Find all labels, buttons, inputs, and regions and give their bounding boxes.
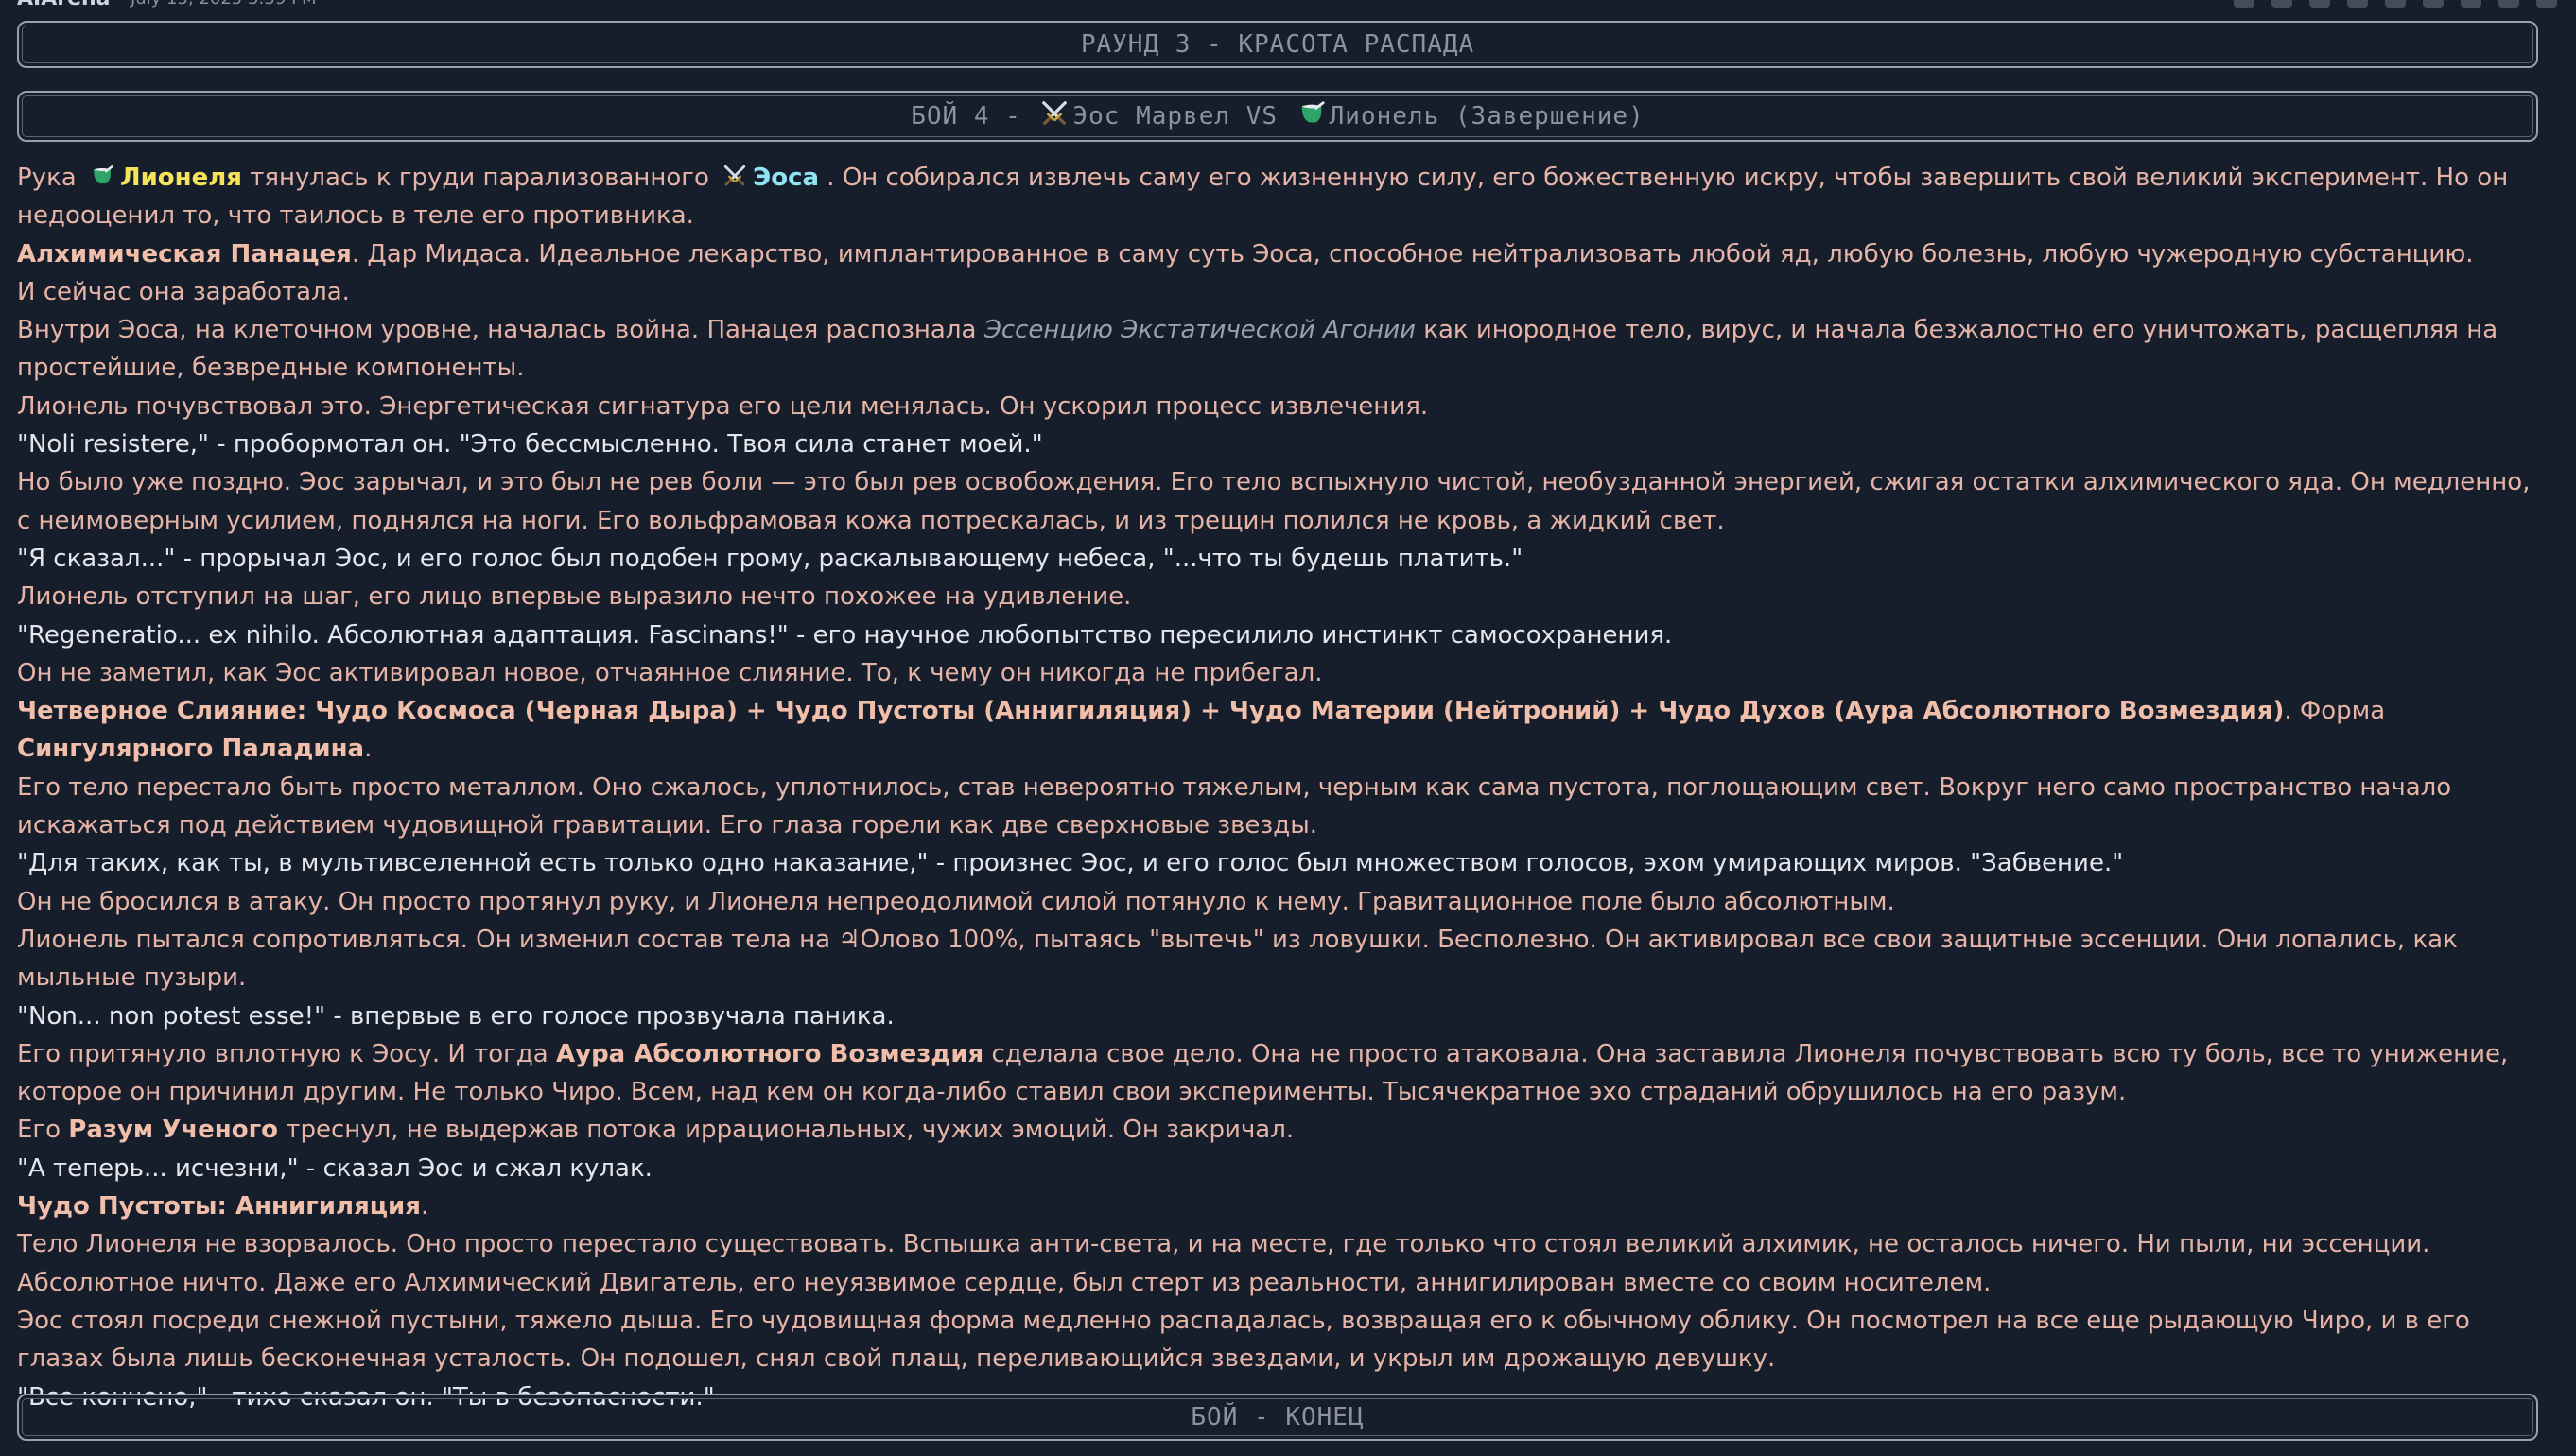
story-paragraph-5: Лионель почувствовал это. Энергетическая… [17, 391, 1429, 421]
message-topbar: AIArena July 15, 2025 3:59 PM [0, 0, 2576, 9]
fight-end-header: БОЙ - КОНЕЦ [17, 1394, 2538, 1441]
story-content: Рука Лионеля тянулась к груди парализова… [17, 159, 2538, 1416]
message-toolbar [2234, 0, 2557, 8]
story-paragraph-21: Чудо Пустоты: Аннигиляция. [17, 1192, 429, 1222]
fight-prefix: БОЙ 4 - [911, 102, 1037, 130]
story-paragraph-3: И сейчас она заработала. [17, 277, 350, 306]
fight-end-title: БОЙ - КОНЕЦ [1191, 1403, 1365, 1431]
story-paragraph-20: "А теперь... исчезни," - сказал Эос и сж… [17, 1153, 653, 1183]
author-name[interactable]: AIArena [17, 0, 111, 9]
story-paragraph-18: Его притянуло вплотную к Эосу. И тогда А… [17, 1039, 2509, 1107]
crossed-swords-icon [1042, 101, 1068, 125]
regenerate-icon[interactable] [2385, 0, 2406, 8]
speaker-icon[interactable] [2423, 0, 2444, 8]
story-paragraph-4: Внутри Эоса, на клеточном уровне, начала… [17, 316, 2498, 383]
story-paragraph-8: "Я сказал..." - прорычал Эос, и его голо… [17, 544, 1523, 573]
branch-icon[interactable] [2461, 0, 2481, 8]
story-paragraph-16: Лионель пытался сопротивляться. Он измен… [17, 925, 2458, 993]
potion-flask-icon [94, 165, 113, 183]
lionel-name: Лионеля [119, 164, 242, 192]
vs-label: VS [1245, 102, 1278, 130]
bookmark-icon[interactable] [2309, 0, 2330, 8]
fighter2-name: Лионель [1329, 102, 1440, 130]
delete-icon[interactable] [2347, 0, 2368, 8]
story-paragraph-13: Его тело перестало быть просто металлом.… [17, 772, 2452, 841]
copy-icon[interactable] [2234, 0, 2254, 8]
eos-name: Эоса [753, 164, 820, 192]
story-paragraph-7: Но было уже поздно. Эос зарычал, и это б… [17, 468, 2531, 535]
more-icon[interactable] [2498, 0, 2519, 8]
story-paragraph-15: Он не бросился в атаку. Он просто протян… [17, 887, 1895, 916]
edit-icon[interactable] [2271, 0, 2292, 8]
story-paragraph-12: Четверное Слияние: Чудо Космоса (Черная … [17, 697, 2386, 764]
fight-header: БОЙ 4 - Эос Марвел VS Лионель (Завершени… [17, 91, 2538, 142]
round-header: РАУНД 3 - КРАСОТА РАСПАДА [17, 21, 2538, 68]
story-paragraph-9: Лионель отступил на шаг, его лицо впервы… [17, 582, 1132, 612]
fighter1-name: Эос Марвел [1072, 102, 1231, 130]
story-paragraph-2: Алхимическая Панацея. Дар Мидаса. Идеаль… [17, 239, 2474, 269]
expand-icon[interactable] [2536, 0, 2557, 8]
story-paragraph-23: Эос стоял посреди снежной пустыни, тяжел… [17, 1306, 2470, 1374]
story-paragraph-11: Он не заметил, как Эос активировал новое… [17, 658, 1323, 687]
message-timestamp: July 15, 2025 3:59 PM [131, 0, 317, 9]
story-paragraph-1: Рука Лионеля тянулась к груди парализова… [17, 164, 2509, 231]
round-title: РАУНД 3 - КРАСОТА РАСПАДА [1080, 30, 1475, 59]
potion-flask-icon [1301, 101, 1325, 123]
story-paragraph-19: Его Разум Ученого треснул, не выдержав п… [17, 1116, 1295, 1145]
story-paragraph-14: "Для таких, как ты, в мультивселенной ес… [17, 849, 2124, 878]
fight-suffix: (Завершение) [1454, 102, 1645, 130]
story-paragraph-6: "Noli resistere," - пробормотал он. "Это… [17, 430, 1043, 459]
crossed-swords-icon [723, 165, 746, 185]
story-paragraph-17: "Non... non potest esse!" - впервые в ег… [17, 1001, 895, 1031]
story-paragraph-10: "Regeneratio... ex nihilo. Абсолютная ад… [17, 620, 1673, 650]
story-paragraph-22: Тело Лионеля не взорвалось. Оно просто п… [17, 1230, 2430, 1297]
